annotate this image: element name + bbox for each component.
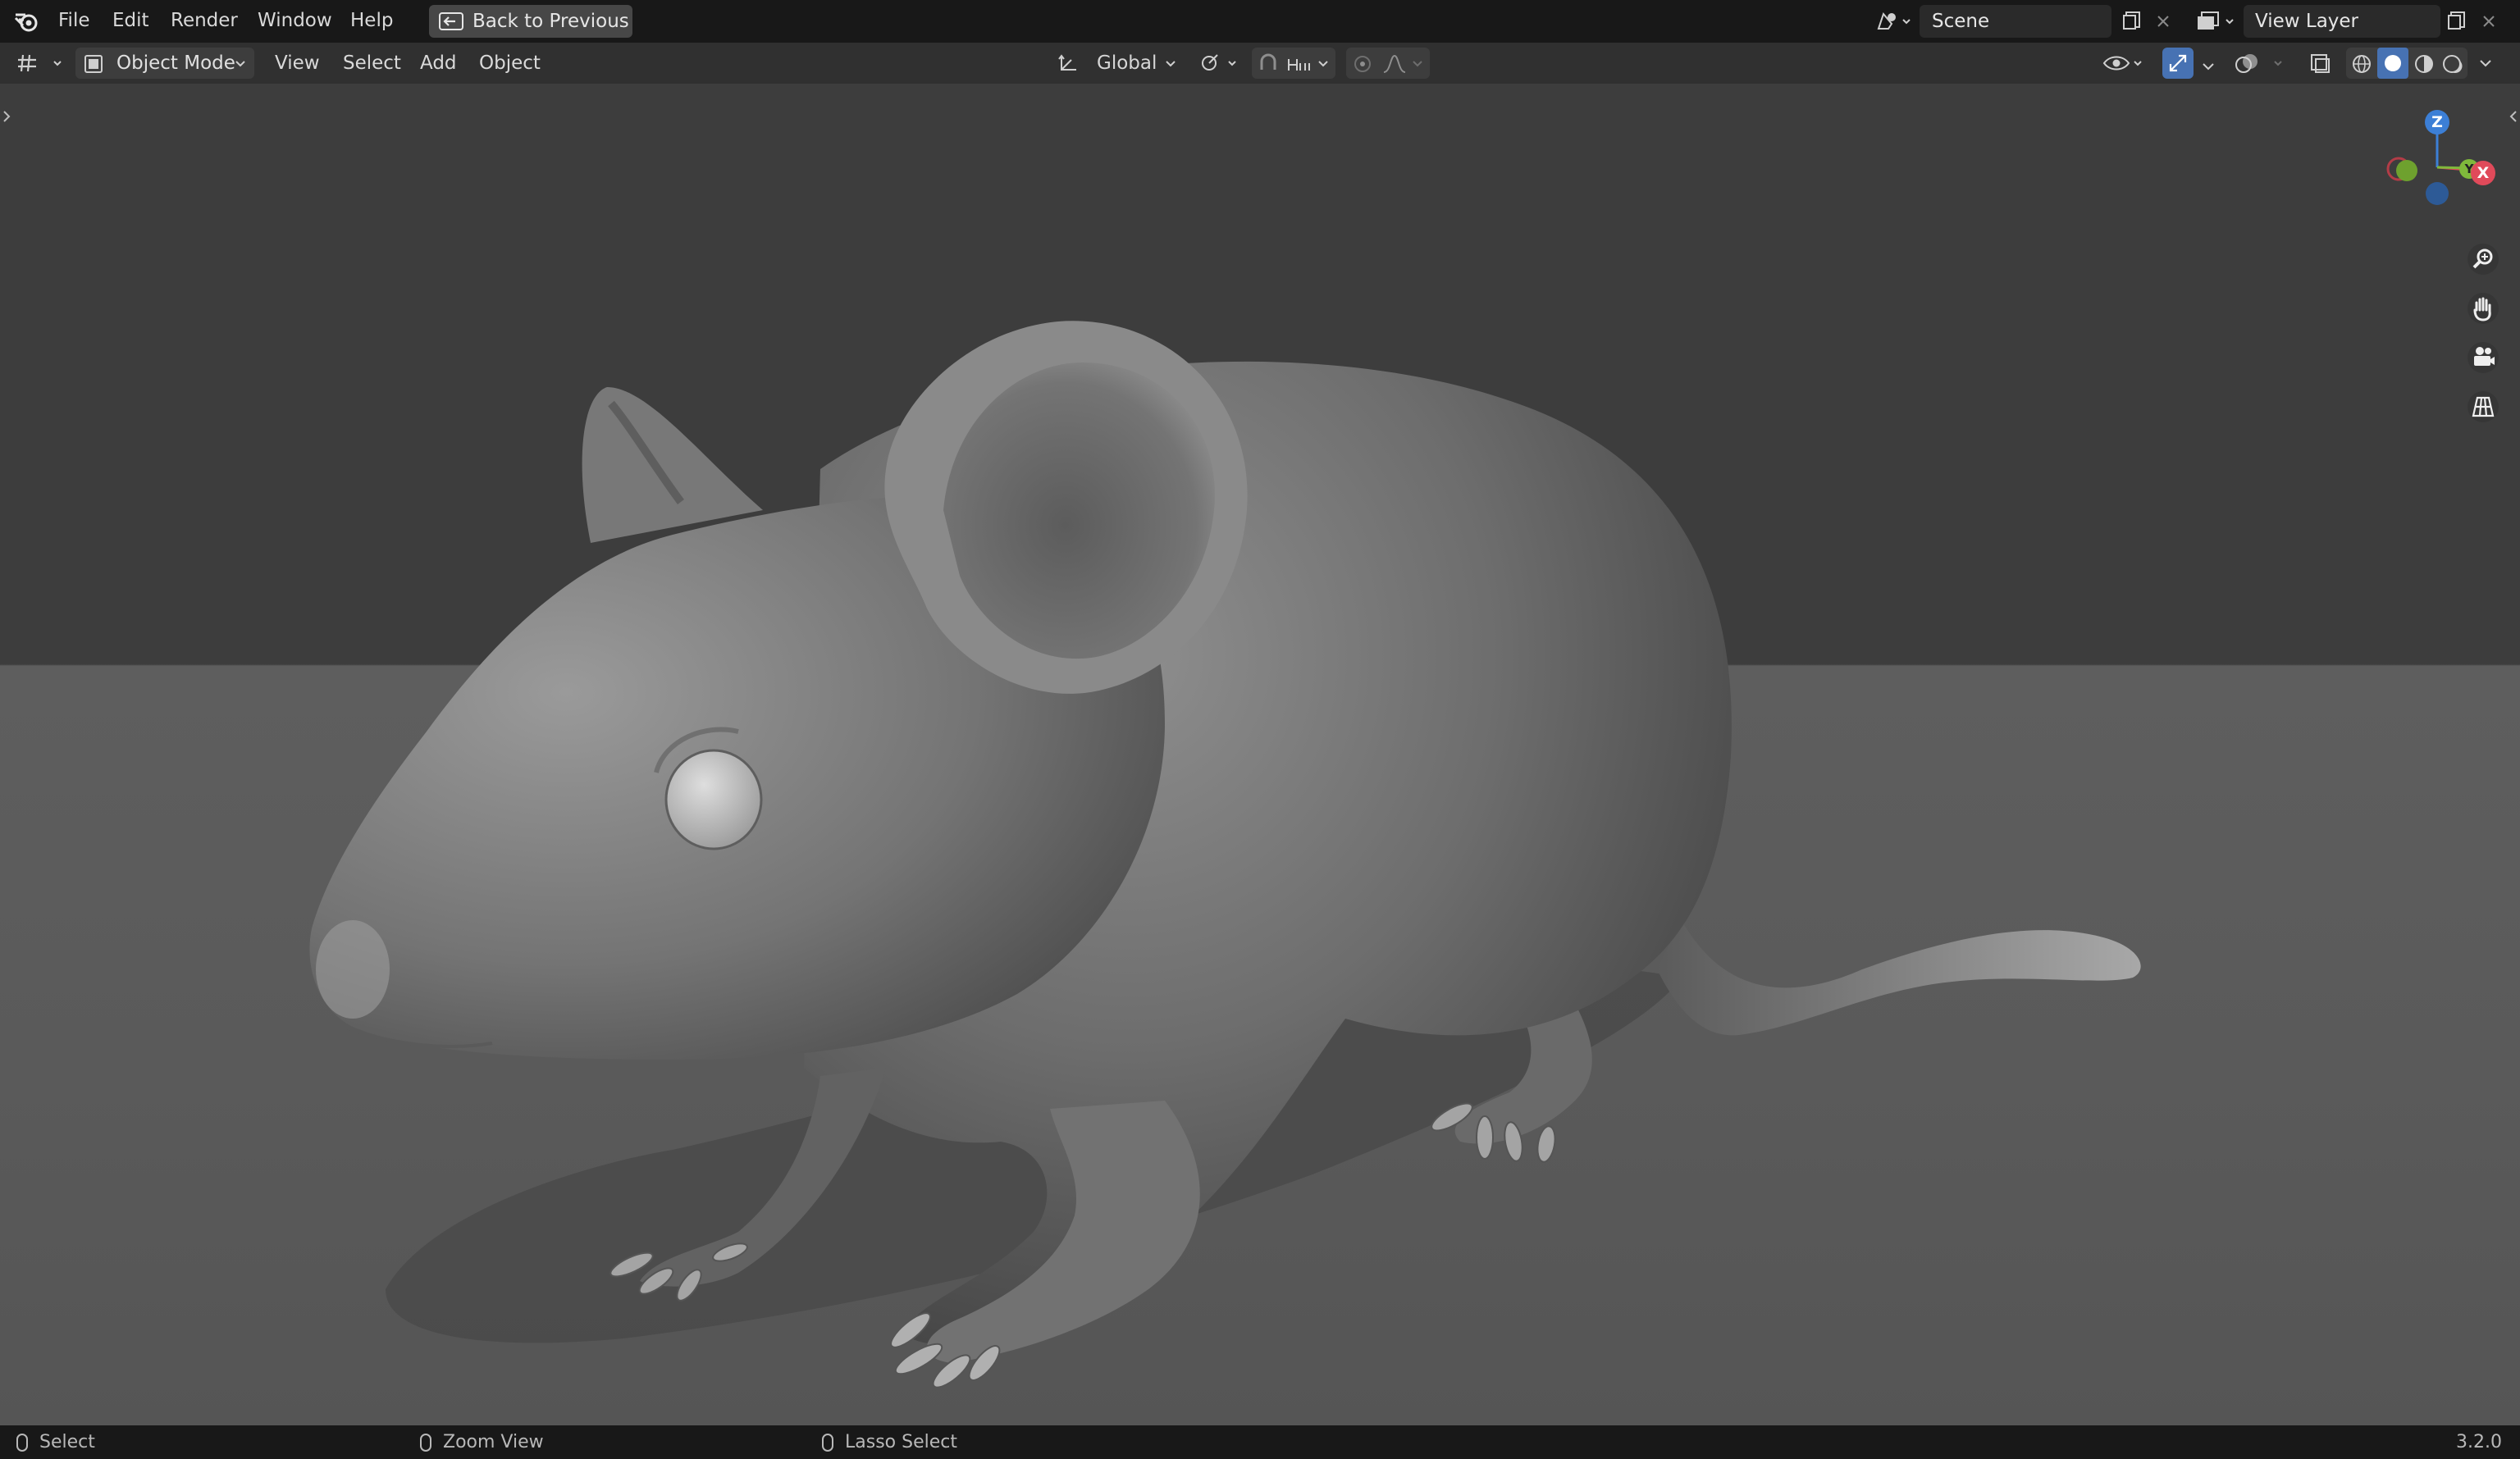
menu-file[interactable]: File	[58, 0, 90, 43]
scene-icon[interactable]	[1874, 9, 1913, 34]
sidebar-expand-icon[interactable]	[2509, 108, 2518, 125]
gizmo-icon	[2169, 54, 2187, 72]
solid-shading-icon	[2385, 55, 2401, 71]
shading-mode-group	[2346, 48, 2468, 79]
gizmo-z-axis[interactable]: Z	[2425, 110, 2449, 135]
xray-toggle-icon[interactable]	[2309, 52, 2332, 74]
snap-magnet-icon[interactable]	[1257, 53, 1280, 73]
transform-orientation-label: Global	[1097, 52, 1157, 74]
navigation-gizmo[interactable]: Z Y X	[2376, 103, 2499, 210]
show-gizmo-toggle[interactable]	[2162, 48, 2194, 79]
chevron-down-icon[interactable]	[1317, 59, 1329, 69]
back-to-previous-label: Back to Previous	[472, 11, 629, 32]
version-label: 3.2.0	[2456, 1432, 2502, 1452]
remove-scene-icon[interactable]	[2155, 13, 2171, 30]
transform-orientation-dropdown[interactable]: Global	[1052, 48, 1183, 79]
gizmo-x-axis[interactable]: X	[2471, 161, 2495, 185]
back-arrow-icon	[439, 12, 463, 30]
pan-hand-icon[interactable]	[2467, 292, 2499, 325]
material-preview-icon[interactable]	[2413, 53, 2435, 75]
status-lasso-select: Lasso Select	[822, 1425, 957, 1459]
falloff-curve-icon[interactable]	[1382, 54, 1407, 74]
menu-render[interactable]: Render	[171, 0, 238, 43]
status-bar: Select Zoom View Lasso Select 3.2.0	[0, 1425, 2520, 1459]
menu-select[interactable]: Select	[343, 43, 401, 84]
menu-edit[interactable]: Edit	[112, 0, 149, 43]
object-mode-label: Object Mode	[116, 52, 235, 74]
status-zoom-view: Zoom View	[420, 1425, 544, 1459]
chevron-down-icon	[1166, 61, 1176, 67]
pivot-point-icon[interactable]	[1198, 52, 1242, 75]
mouse-middle-icon	[420, 1434, 431, 1452]
remove-view-layer-icon[interactable]	[2481, 13, 2497, 30]
3d-viewport[interactable]: Z Y X	[0, 84, 2520, 1425]
scene-name-field[interactable]: Scene	[1920, 5, 2111, 38]
scene-name: Scene	[1932, 11, 1990, 32]
status-lasso-select-label: Lasso Select	[845, 1432, 957, 1452]
toolbar-expand-icon[interactable]	[2, 108, 11, 125]
new-view-layer-icon[interactable]	[2446, 10, 2468, 31]
solid-shading-button[interactable]	[2377, 48, 2408, 79]
chevron-down-icon[interactable]	[2479, 59, 2492, 69]
visibility-eye-icon[interactable]	[2102, 52, 2146, 75]
perspective-toggle-icon[interactable]	[2467, 390, 2499, 423]
menu-help[interactable]: Help	[350, 0, 393, 43]
camera-view-icon[interactable]	[2467, 341, 2499, 374]
top-bar: File Edit Render Window Help Back to Pre…	[0, 0, 2520, 43]
new-scene-icon[interactable]	[2121, 10, 2143, 31]
blender-logo-icon[interactable]	[14, 10, 40, 33]
back-to-previous-button[interactable]: Back to Previous	[429, 5, 632, 38]
rendered-shading-icon[interactable]	[2441, 53, 2463, 75]
object-mode-dropdown[interactable]: Object Mode	[75, 48, 254, 79]
status-select-label: Select	[39, 1432, 95, 1452]
mouse-right-icon	[822, 1434, 833, 1452]
menu-window[interactable]: Window	[258, 0, 332, 43]
orientation-axes-icon	[1058, 54, 1076, 71]
object-mode-icon	[84, 55, 103, 73]
overlays-icon[interactable]	[2234, 52, 2283, 75]
menu-add[interactable]: Add	[420, 43, 457, 84]
zoom-icon[interactable]	[2467, 243, 2499, 276]
proportional-editing-icon[interactable]	[1353, 54, 1372, 74]
snap-increment-icon[interactable]	[1286, 55, 1311, 73]
mouse-left-icon	[16, 1434, 28, 1452]
chevron-down-icon[interactable]	[1412, 59, 1423, 69]
menu-object[interactable]: Object	[479, 43, 541, 84]
snapping-group[interactable]	[1252, 48, 1335, 79]
status-zoom-view-label: Zoom View	[443, 1432, 544, 1452]
menu-view[interactable]: View	[275, 43, 320, 84]
chevron-down-icon	[235, 61, 245, 67]
editor-type-icon[interactable]	[15, 52, 66, 75]
view-layer-name: View Layer	[2255, 11, 2359, 32]
mouse-model	[309, 321, 2141, 1388]
wireframe-shading-icon[interactable]	[2351, 53, 2372, 75]
view-layer-field[interactable]: View Layer	[2244, 5, 2440, 38]
view-layer-icon[interactable]	[2195, 9, 2236, 34]
viewport-header: Object Mode View Select Add Object Globa…	[0, 43, 2520, 84]
status-select: Select	[16, 1425, 95, 1459]
chevron-down-icon[interactable]	[2202, 62, 2215, 72]
proportional-editing-group[interactable]	[1346, 48, 1430, 79]
